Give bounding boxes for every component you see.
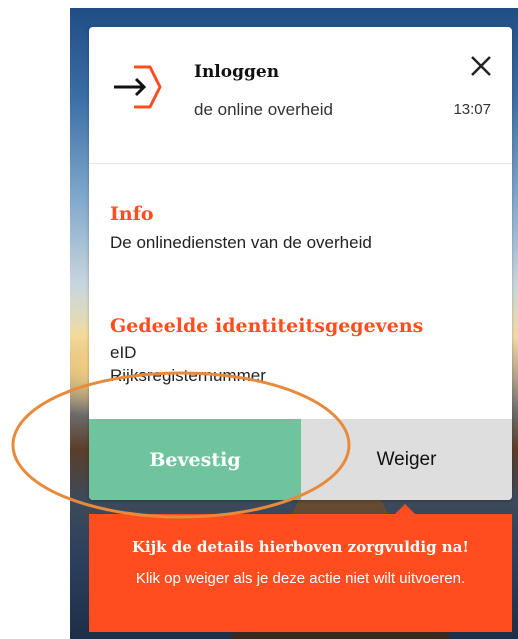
notification-time: 13:07 bbox=[453, 101, 491, 118]
header-divider bbox=[89, 163, 512, 164]
login-confirmation-card: Inloggen de online overheid 13:07 Info D… bbox=[89, 27, 512, 500]
notification-title: Inloggen bbox=[194, 62, 280, 82]
shared-identity-item: eID bbox=[110, 343, 137, 362]
close-icon[interactable] bbox=[468, 53, 494, 79]
notification-header: Inloggen de online overheid 13:07 bbox=[89, 27, 512, 163]
info-text: De onlinediensten van de overheid bbox=[110, 233, 372, 252]
decline-button[interactable]: Weiger bbox=[301, 419, 512, 500]
info-heading: Info bbox=[110, 203, 154, 225]
notification-subtitle: de online overheid bbox=[194, 100, 333, 119]
login-arrow-hexagon-icon bbox=[114, 65, 162, 109]
shared-identity-heading: Gedeelde identiteitsgegevens bbox=[110, 315, 424, 337]
warning-banner: Kijk de details hierboven zorgvuldig na!… bbox=[89, 504, 512, 632]
warning-title: Kijk de details hierboven zorgvuldig na! bbox=[131, 538, 470, 556]
shared-identity-item: Rijksregisternummer bbox=[110, 366, 266, 385]
confirm-button[interactable]: Bevestig bbox=[89, 419, 301, 500]
warning-text: Klik op weiger als je deze actie niet wi… bbox=[135, 570, 466, 587]
